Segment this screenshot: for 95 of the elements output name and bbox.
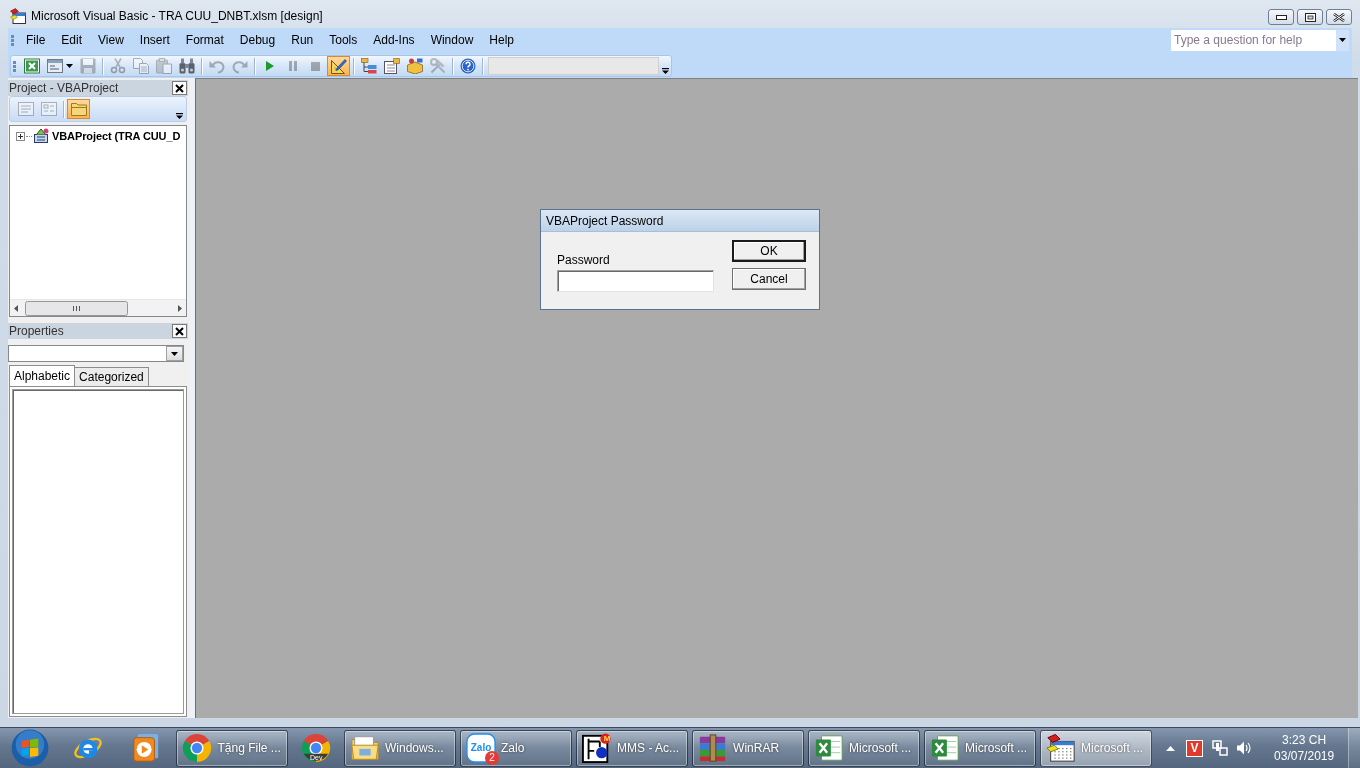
code-list-icon xyxy=(17,101,34,117)
ruler-pencil-icon xyxy=(330,58,347,74)
tab[interactable]: Categorized xyxy=(74,367,149,386)
icon-caption: M xyxy=(602,734,612,744)
menu-item[interactable]: Add-Ins xyxy=(365,30,423,50)
undo-arrow-icon xyxy=(208,58,225,74)
menu-item[interactable]: File xyxy=(18,30,54,50)
project-icon xyxy=(33,128,49,144)
taskbar-button[interactable]: Microsoft ... xyxy=(924,729,1037,767)
left-arrow-icon[interactable] xyxy=(14,304,18,312)
form-list-icon xyxy=(40,101,57,117)
ring-logo-icon xyxy=(182,733,213,763)
flag-orb-icon xyxy=(10,729,49,767)
menu-item[interactable]: Debug xyxy=(231,30,284,50)
caret-down-icon xyxy=(171,351,178,356)
dialog-title: VBAProject Password xyxy=(546,213,664,228)
menu-item[interactable]: Window xyxy=(422,30,482,50)
menu-item[interactable]: Insert xyxy=(131,30,178,50)
ring-logo-icon xyxy=(301,733,332,763)
help-search-field[interactable]: Type a question for help xyxy=(1171,29,1336,51)
spreadsheet-icon xyxy=(23,58,40,74)
copy-icon xyxy=(132,58,149,74)
taskbar-button[interactable]: Microsoft ... xyxy=(808,729,921,767)
toolbar-grip[interactable] xyxy=(11,34,14,46)
close-button[interactable] xyxy=(172,81,187,95)
play-tile-icon xyxy=(130,733,161,763)
show-desktop-button[interactable] xyxy=(1348,727,1360,768)
chevron-icon xyxy=(175,113,183,119)
menu-item[interactable]: Format xyxy=(177,30,232,50)
menu-item[interactable]: Tools xyxy=(321,30,366,50)
menu-item[interactable]: Edit xyxy=(53,30,91,50)
play-icon xyxy=(265,61,274,71)
close-icon xyxy=(1333,12,1345,22)
hammer-wrench-icon xyxy=(429,58,446,74)
clipboard-icon xyxy=(155,58,172,74)
right-arrow-icon[interactable] xyxy=(178,304,182,312)
spreadsheet-icon xyxy=(930,733,961,763)
menu-item[interactable]: Run xyxy=(283,30,322,50)
close-icon xyxy=(175,326,184,336)
menu-item[interactable]: View xyxy=(90,30,132,50)
tab[interactable]: Alphabetic xyxy=(9,365,76,386)
clock-date[interactable]: 03/07/2019 xyxy=(1274,748,1335,764)
network-icon[interactable] xyxy=(1212,740,1229,756)
caret-down-icon xyxy=(1339,38,1346,42)
close-icon xyxy=(175,83,184,93)
object-select-field[interactable] xyxy=(8,345,184,362)
dropdown-button[interactable] xyxy=(1336,29,1349,51)
close-button[interactable] xyxy=(172,324,187,338)
help-icon xyxy=(459,58,476,74)
restore-icon xyxy=(1304,12,1316,22)
taskbar-button[interactable]: Windows... xyxy=(344,729,457,767)
password-field[interactable] xyxy=(557,270,714,292)
chevron-icon xyxy=(661,68,669,74)
tree-item[interactable]: VBAProject (TRA CUU_D xyxy=(52,130,181,142)
tree-icon xyxy=(360,58,377,74)
field-label: Password xyxy=(557,253,610,267)
restore-button[interactable] xyxy=(1297,9,1323,25)
design-mode-button[interactable] xyxy=(327,56,350,76)
taskbar-button[interactable]: Zalo 2 Zalo xyxy=(460,729,573,767)
speaker-icon[interactable] xyxy=(1236,740,1253,756)
dialog-button[interactable]: OK xyxy=(732,240,806,262)
up-triangle-icon xyxy=(1165,745,1175,751)
form-window-icon xyxy=(1046,733,1077,763)
tray-app-button[interactable]: V xyxy=(1186,739,1204,757)
diagram-icon xyxy=(582,733,613,763)
form-window-icon xyxy=(46,58,63,74)
toolbar-grip[interactable] xyxy=(13,60,16,72)
minimize-button[interactable] xyxy=(1268,9,1294,25)
scrollbar-thumb[interactable] xyxy=(25,300,128,316)
pause-icon xyxy=(288,61,297,71)
clock-time[interactable]: 3:23 CH xyxy=(1282,732,1327,748)
spreadsheet-icon xyxy=(814,733,845,763)
plus-box-icon[interactable] xyxy=(16,131,25,141)
scissors-icon xyxy=(109,58,126,74)
dialog-button[interactable]: Cancel xyxy=(732,268,806,290)
app-window-icon xyxy=(10,8,26,24)
unread-count-badge: 2 xyxy=(485,751,500,765)
icon-caption: Zalo xyxy=(469,742,493,753)
chat-app-icon xyxy=(466,733,497,763)
caret-down-icon xyxy=(65,64,73,68)
window-title: Microsoft Visual Basic - TRA CUU_DNBT.xlsm [design] xyxy=(31,8,323,24)
redo-arrow-icon xyxy=(231,58,248,74)
panel-title: Properties xyxy=(9,323,64,339)
stop-icon xyxy=(311,61,320,71)
menu-item[interactable]: Help xyxy=(481,30,522,50)
property-card-icon xyxy=(383,58,400,74)
folder-icon xyxy=(70,101,87,117)
close-button[interactable] xyxy=(1326,9,1352,25)
folder-icon xyxy=(350,733,380,763)
toggle-folders-button[interactable] xyxy=(67,99,90,119)
binoculars-icon xyxy=(178,58,195,74)
minimize-icon xyxy=(1275,14,1287,20)
taskbar-button[interactable]: M MMS - Ac... xyxy=(576,729,689,767)
shapes-box-icon xyxy=(406,58,423,74)
panel-title: Project - VBAProject xyxy=(9,80,119,96)
